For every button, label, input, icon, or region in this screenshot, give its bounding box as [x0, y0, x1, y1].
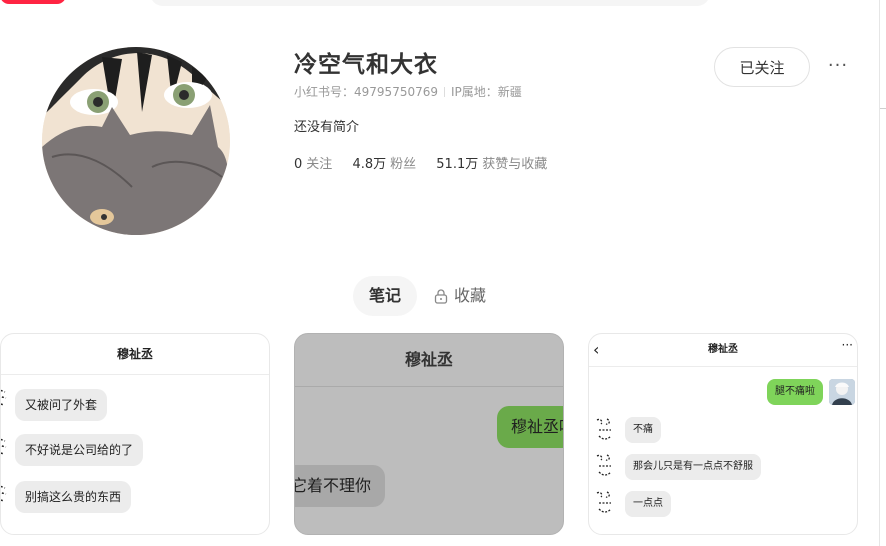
avatar	[829, 379, 855, 405]
chat-bubble: 那会儿只是有一点点不舒服	[625, 454, 761, 480]
sketch-avatar-icon	[596, 454, 612, 476]
ip-label: IP属地：	[451, 85, 498, 99]
sketch-avatar-icon	[1, 389, 7, 406]
tab-collections[interactable]: 收藏	[434, 276, 486, 316]
scrollbar[interactable]	[879, 0, 886, 546]
chat-title: 穆祉丞	[295, 334, 563, 387]
chat-bubble-outgoing: 穆祉丞呢	[497, 406, 563, 448]
profile-bio: 还没有简介	[294, 120, 360, 135]
lock-icon	[434, 279, 448, 319]
note-card[interactable]: ‹ 穆祉丞 ··· 腿不痛啦 不痛 那会儿只是有一点点不舒服 一点点	[588, 333, 858, 535]
more-icon: ···	[841, 338, 853, 352]
stat-following-count[interactable]: 0	[294, 157, 302, 172]
chat-bubble: 一点点	[625, 491, 671, 517]
sketch-avatar-icon	[1, 485, 7, 502]
sketch-avatar-icon	[1, 438, 7, 455]
chat-bubble: 不好说是公司给的了	[15, 434, 144, 466]
search-bar-partial[interactable]	[150, 0, 710, 6]
more-options-button[interactable]: ···	[826, 52, 850, 80]
chat-bubble: 别搞这么贵的东西	[15, 481, 132, 513]
profile-name: 冷空气和大衣	[294, 52, 438, 78]
chat-bubble: 不痛	[625, 417, 661, 443]
sketch-avatar-icon	[596, 491, 612, 513]
note-card[interactable]: 穆祉丞 穆祉丞呢 它着不理你	[294, 333, 564, 535]
stat-likes-label: 获赞与收藏	[482, 157, 548, 172]
stat-following-label[interactable]: 关注	[306, 157, 332, 172]
chat-header: ‹ 穆祉丞 ···	[589, 334, 857, 367]
divider	[444, 87, 445, 97]
chat-bubble-outgoing: 腿不痛啦	[767, 379, 823, 405]
id-value: 49795750769	[354, 85, 438, 99]
chat-title: 穆祉丞	[1, 334, 269, 375]
stat-fans-count[interactable]: 4.8万	[352, 157, 386, 172]
stat-fans-label[interactable]: 粉丝	[390, 157, 416, 172]
brand-button-partial[interactable]	[0, 0, 66, 4]
note-card[interactable]: 穆祉丞 又被问了外套 不好说是公司给的了 别搞这么贵的东西	[0, 333, 270, 535]
follow-button[interactable]: 已关注	[714, 47, 810, 87]
chat-title: 穆祉丞	[708, 344, 738, 355]
chat-bubble: 它着不理你	[295, 465, 386, 507]
chat-bubble: 又被问了外套	[15, 389, 108, 421]
id-label: 小红书号：	[294, 85, 355, 99]
tab-notes[interactable]: 笔记	[353, 276, 417, 316]
ip-value: 新疆	[497, 85, 522, 99]
profile-stats: 0 关注 4.8万 粉丝 51.1万 获赞与收藏	[294, 153, 563, 172]
profile-meta: 小红书号：49795750769 IP属地：新疆	[294, 83, 522, 100]
tab-collections-label: 收藏	[454, 286, 487, 305]
sketch-avatar-icon	[596, 418, 612, 440]
avatar	[42, 47, 230, 235]
stat-likes-count: 51.1万	[436, 157, 479, 172]
